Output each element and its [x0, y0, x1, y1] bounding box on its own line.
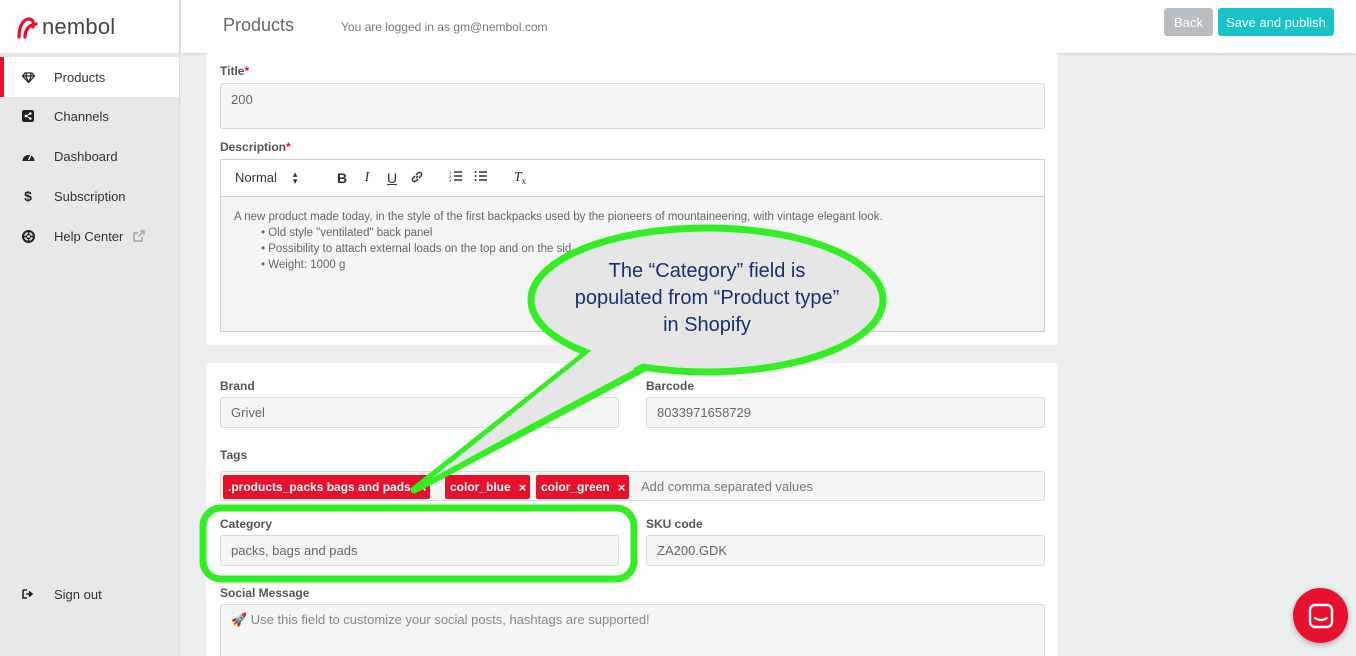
chat-icon: [1308, 603, 1333, 628]
category-highlight-box: [199, 504, 638, 583]
callout-text: The “Category” field is populated from “…: [540, 258, 874, 339]
chat-launcher-button[interactable]: [1293, 588, 1348, 643]
callout-line: in Shopify: [663, 314, 751, 336]
callout-line: The “Category” field is: [608, 260, 806, 282]
callout-line: populated from “Product type”: [574, 287, 840, 309]
